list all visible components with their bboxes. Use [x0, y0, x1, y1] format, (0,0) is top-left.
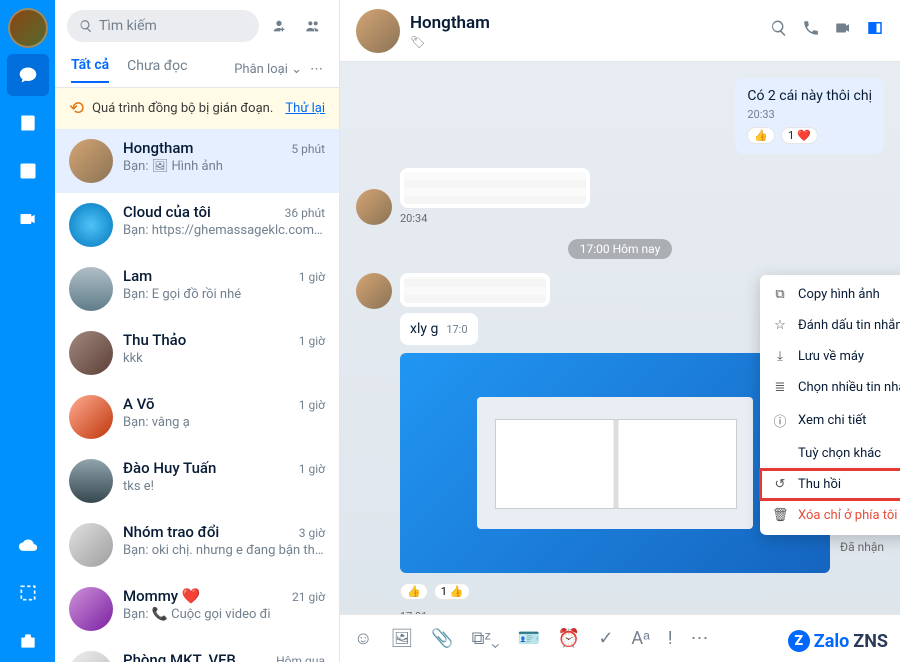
image-message[interactable]: [400, 273, 550, 307]
avatar: [69, 395, 113, 439]
delivery-status: Đã nhận: [840, 540, 884, 554]
message-incoming[interactable]: 20:34: [356, 168, 884, 225]
toolbox-icon[interactable]: [7, 620, 49, 662]
trash-icon: 🗑: [772, 508, 788, 523]
chat-header: Hongtham 🏷: [340, 0, 900, 62]
filter-dropdown[interactable]: Phân loại ⌄: [234, 62, 302, 77]
reaction-count[interactable]: 1 👍: [434, 583, 471, 600]
info-icon: ⓘ: [772, 411, 788, 430]
ctx-star[interactable]: ☆Đánh dấu tin nhắn: [760, 310, 900, 341]
messages-icon[interactable]: [7, 54, 49, 96]
zalo-logo-icon: Z: [788, 630, 810, 652]
sync-warning-icon: ⟲: [69, 98, 84, 119]
conversation-item[interactable]: Đào Huy Tuấn1 giờtks e!: [55, 449, 339, 513]
left-rail: [0, 0, 55, 662]
avatar: [69, 331, 113, 375]
sync-retry-link[interactable]: Thử lại: [285, 101, 325, 116]
tag-icon[interactable]: 🏷: [410, 35, 760, 49]
conversation-panel: Tìm kiếm Tất cả Chưa đọc Phân loại ⌄ ⋯ ⟲…: [55, 0, 340, 662]
ctx-detail[interactable]: ⓘXem chi tiết: [760, 403, 900, 438]
conversation-item[interactable]: Mommy ❤️21 giờBạn: 📞 Cuộc gọi video đi: [55, 577, 339, 641]
copy-icon: ⧉: [772, 287, 788, 302]
brand-watermark: Z ZaloZNS: [788, 630, 888, 652]
reaction-count[interactable]: 1 ❤️: [781, 127, 818, 144]
capture-icon[interactable]: [7, 572, 49, 614]
avatar: [69, 203, 113, 247]
more-icon[interactable]: ⋯: [310, 62, 323, 77]
ctx-multiselect[interactable]: ≣Chọn nhiều tin nhắn: [760, 372, 900, 403]
avatar: [69, 139, 113, 183]
ctx-recall[interactable]: ↺Thu hồi: [760, 469, 900, 500]
conversation-item[interactable]: Phòng MKT_VFBHôm quaBạn: @A về ▫ vâng a: [55, 641, 339, 662]
image-message[interactable]: [400, 168, 590, 208]
search-in-chat-icon[interactable]: [770, 19, 788, 42]
screenshot-icon[interactable]: ⧉ᶻ⌄: [472, 628, 500, 649]
avatar: [69, 651, 113, 662]
todo-icon[interactable]: [7, 150, 49, 192]
format-icon[interactable]: Aᵃ: [631, 628, 649, 649]
chat-title: Hongtham: [410, 13, 760, 33]
avatar: [69, 587, 113, 631]
message-time: 20:34: [400, 212, 590, 225]
toggle-sidebar-icon[interactable]: [866, 19, 884, 42]
sync-message: Quá trình đồng bộ bị gián đoạn.: [92, 101, 273, 116]
attach-icon[interactable]: 📎: [431, 628, 453, 649]
time-divider: 17:00 Hôm nay: [568, 239, 673, 259]
tab-unread[interactable]: Chưa đọc: [127, 58, 187, 82]
sync-banner: ⟲ Quá trình đồng bộ bị gián đoạn. Thử lạ…: [55, 88, 339, 129]
video-call-icon[interactable]: [834, 19, 852, 42]
ctx-copy-image[interactable]: ⧉Copy hình ảnh: [760, 279, 900, 310]
chat-avatar[interactable]: [356, 9, 400, 53]
add-friend-icon[interactable]: [265, 12, 293, 40]
avatar: [69, 459, 113, 503]
conversation-item[interactable]: A Võ1 giờBạn: vâng ạ: [55, 385, 339, 449]
create-group-icon[interactable]: [299, 12, 327, 40]
star-icon: ☆: [772, 318, 788, 333]
conversation-item[interactable]: Cloud của tôi36 phútBạn: https://ghemass…: [55, 193, 339, 257]
ctx-more[interactable]: Tuỳ chọn khác›: [760, 438, 900, 469]
chat-area: Hongtham 🏷 Có 2 cái này thôi chị 20:33 👍…: [340, 0, 900, 662]
avatar: [69, 523, 113, 567]
tab-all[interactable]: Tất cả: [71, 57, 109, 83]
card-icon[interactable]: 🪪: [517, 628, 539, 649]
task-icon[interactable]: ✓: [598, 628, 613, 649]
conversation-list: Hongtham5 phútBạn: 🖼 Hình ảnh Cloud của …: [55, 129, 339, 662]
message-text: Có 2 cái này thôi chị: [747, 88, 872, 104]
reaction-like[interactable]: 👍: [747, 127, 775, 144]
video-icon[interactable]: [7, 198, 49, 240]
reaction-like[interactable]: 👍: [400, 583, 428, 600]
context-menu: ⧉Copy hình ảnh ☆Đánh dấu tin nhắn ⤓Lưu v…: [760, 275, 900, 535]
message-outgoing[interactable]: Có 2 cái này thôi chị 20:33 👍 1 ❤️: [356, 78, 884, 154]
priority-icon[interactable]: !: [668, 628, 673, 649]
message-time: 17:01: [400, 610, 830, 614]
image-icon[interactable]: 🖼: [390, 628, 413, 649]
undo-icon: ↺: [772, 477, 788, 492]
sender-avatar: [356, 189, 392, 225]
ctx-delete[interactable]: 🗑Xóa chỉ ở phía tôi: [760, 500, 900, 531]
list-icon: ≣: [772, 380, 788, 395]
conversation-item[interactable]: Lam1 giờBạn: E gọi đồ rồi nhé: [55, 257, 339, 321]
message-time: 20:33: [747, 108, 872, 121]
message-text[interactable]: xly g17:0: [400, 313, 478, 345]
user-avatar[interactable]: [8, 8, 48, 48]
search-input[interactable]: Tìm kiếm: [67, 10, 259, 42]
conversation-item[interactable]: Thu Thảo1 giờkkk: [55, 321, 339, 385]
ctx-save[interactable]: ⤓Lưu về máy: [760, 341, 900, 372]
contacts-icon[interactable]: [7, 102, 49, 144]
call-icon[interactable]: [802, 19, 820, 42]
conversation-item[interactable]: Nhóm trao đổi3 giờBạn: oki chị. nhưng e …: [55, 513, 339, 577]
cloud-icon[interactable]: [7, 524, 49, 566]
sticker-icon[interactable]: ☺: [354, 628, 372, 649]
download-icon: ⤓: [772, 349, 788, 364]
reminder-icon[interactable]: ⏰: [558, 628, 580, 649]
more-composer-icon[interactable]: ⋯: [691, 628, 709, 649]
search-icon: [79, 19, 93, 33]
avatar: [69, 267, 113, 311]
conversation-item[interactable]: Hongtham5 phútBạn: 🖼 Hình ảnh: [55, 129, 339, 193]
sender-avatar: [356, 273, 392, 309]
